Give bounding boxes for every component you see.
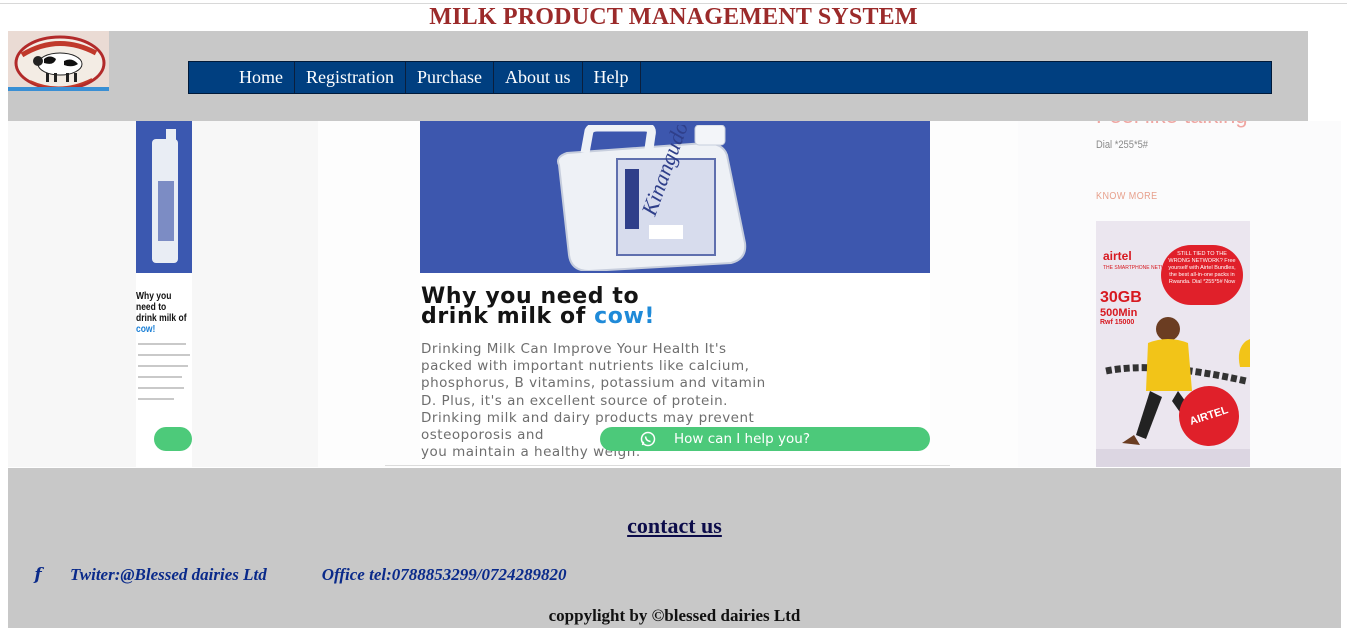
office-phone: Office tel:0788853299/0724289820	[321, 565, 567, 584]
article-title-line-2: drink milk of	[421, 304, 586, 329]
article-thumbnail: Why you need to drink milk of cow!	[136, 121, 192, 467]
ad-offer-price: Rwf 15000	[1100, 319, 1135, 326]
article-body-line: phosphorus, B vitamins, potassium and vi…	[421, 375, 766, 392]
know-more-link[interactable]: KNOW MORE	[1096, 191, 1158, 202]
ad-bubble: STILL TIED TO THE WRONG NETWORK? Free yo…	[1161, 245, 1243, 305]
chat-button-label: How can I help you?	[674, 431, 811, 447]
article-title-cow: cow!	[594, 304, 656, 329]
nav-help[interactable]: Help	[583, 62, 641, 93]
page-title: MILK PRODUCT MANAGEMENT SYSTEM	[429, 4, 918, 30]
thumbnail-title-line-1: Why you need to	[136, 291, 172, 313]
article-title: Why you need to drink milk of cow!	[421, 286, 931, 329]
card-divider	[385, 465, 950, 466]
article-body-line: Drinking milk and dairy products may pre…	[421, 409, 755, 426]
article-body-line: packed with important nutrients like cal…	[421, 358, 750, 375]
logo	[8, 31, 109, 91]
contact-row: f Twiter:@Blessed dairies Ltd Office tel…	[32, 565, 566, 585]
article-body-line: Drinking Milk Can Improve Your Health It…	[421, 341, 727, 357]
whatsapp-icon	[640, 431, 656, 447]
thumbnail-title-line-2: drink milk of	[136, 313, 187, 324]
main-navbar: Home Registration Purchase About us Help	[188, 61, 1272, 94]
article-body-line: D. Plus, it's an excellent source of pro…	[421, 392, 728, 409]
milk-jug-thumb-icon	[152, 129, 178, 263]
nav-registration[interactable]: Registration	[295, 62, 406, 93]
copyright: coppylight by ©blessed dairies Ltd	[548, 606, 801, 625]
ad-offer: 30GB 500Min Rwf 15000	[1100, 289, 1142, 326]
whatsapp-chat-button[interactable]: How can I help you?	[600, 427, 930, 451]
thumbnail-chat-button	[154, 427, 192, 451]
ad-offer-minutes: 500Min	[1100, 307, 1138, 319]
ad-offer-gb: 30GB	[1100, 289, 1142, 306]
hero-banner: Why you need to drink milk of cow! Kinan…	[8, 121, 1341, 467]
thumbnail-title: Why you need to drink milk of cow!	[136, 291, 192, 335]
footer: contact us f Twiter:@Blessed dairies Ltd…	[8, 468, 1341, 628]
side-ad-partial-text: Feel like talking	[1096, 121, 1248, 129]
airtel-advertisement[interactable]: airtel THE SMARTPHONE NETWORK STILL TIED…	[1096, 221, 1250, 467]
thumbnail-text-lines	[138, 343, 190, 409]
milk-jug-icon: Kinangudo	[557, 125, 747, 271]
thumbnail-title-cow: cow!	[136, 324, 156, 335]
thumbnail-product-image	[136, 121, 192, 273]
twitter-handle[interactable]: Twiter:@Blessed dairies Ltd	[70, 565, 267, 585]
article-card: Kinangudo Why you need to drink milk of …	[385, 121, 950, 467]
product-image: Kinangudo	[420, 121, 930, 273]
nav-about-us[interactable]: About us	[494, 62, 583, 93]
nav-purchase[interactable]: Purchase	[406, 62, 494, 93]
facebook-icon[interactable]: f	[32, 565, 44, 585]
contact-heading: contact us	[627, 513, 722, 538]
ad-brand: airtel	[1103, 249, 1132, 263]
side-ad-dial-code: Dial *255*5#	[1096, 139, 1148, 151]
nav-menu: Home Registration Purchase About us Help	[228, 62, 641, 93]
nav-home[interactable]: Home	[228, 62, 295, 93]
cow-logo-icon	[8, 31, 109, 91]
